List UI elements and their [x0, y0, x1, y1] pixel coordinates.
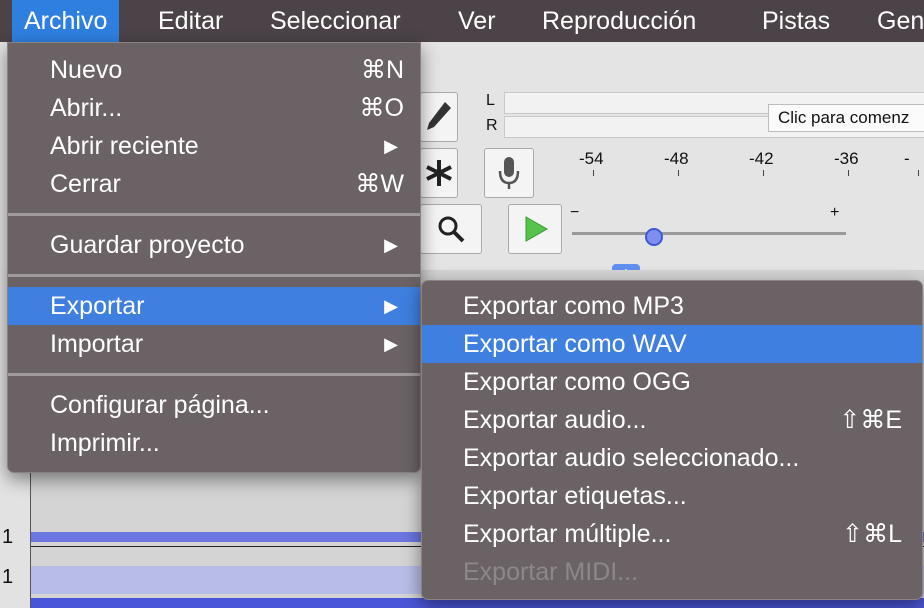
submenu-item-label: Exportar como MP3 [463, 292, 684, 320]
submenu-arrow-icon: ▶ [384, 136, 398, 156]
submenu-item-exportar-como-ogg[interactable]: Exportar como OGG [422, 363, 922, 401]
meter-tick-mark [678, 170, 679, 176]
export-submenu: Exportar como MP3 Exportar como WAV Export… [421, 280, 923, 600]
menu-separator [8, 213, 420, 216]
menu-item-label: Exportar [50, 292, 145, 320]
meter-tick-label: - [904, 149, 910, 168]
slider-max-label: + [830, 204, 840, 221]
submenu-item-exportar-audio-seleccionado[interactable]: Exportar audio seleccionado... [422, 439, 922, 477]
meter-tick-mark [763, 170, 764, 176]
meter-tick-mark [593, 170, 594, 176]
multi-tool-icon[interactable] [420, 148, 458, 198]
submenu-item-label: Exportar como OGG [463, 368, 691, 396]
pencil-icon[interactable] [420, 92, 458, 142]
meter-tick-mark [918, 170, 919, 176]
menu-item-cerrar[interactable]: Cerrar ⌘W [8, 165, 420, 203]
zoom-icon[interactable] [420, 204, 482, 254]
shortcut-label: ⌘O [359, 94, 404, 122]
submenu-item-label: Exportar como WAV [463, 330, 687, 358]
meter-tick-label: -54 [579, 149, 604, 168]
slider-min-label: − [570, 204, 580, 221]
submenu-item-label: Exportar múltiple... [463, 520, 672, 548]
microphone-icon[interactable] [484, 148, 534, 198]
meter-right-label: R [486, 117, 498, 134]
menu-item-imprimir[interactable]: Imprimir... [8, 424, 420, 462]
shortcut-label: ⇧⌘L [842, 520, 902, 548]
submenu-item-exportar-multiple[interactable]: Exportar múltiple... ⇧⌘L [422, 515, 922, 553]
shortcut-label: ⇧⌘E [839, 406, 902, 434]
ruler-label: 1 [2, 566, 14, 588]
meter-tick-mark [848, 170, 849, 176]
meter-tick-label: -42 [749, 149, 774, 168]
meter-left-label: L [486, 92, 495, 109]
menu-item-label: Imprimir... [50, 429, 160, 457]
menu-item-nuevo[interactable]: Nuevo ⌘N [8, 51, 420, 89]
menu-item-abrir-reciente[interactable]: Abrir reciente ▶ [8, 127, 420, 165]
submenu-item-label: Exportar audio seleccionado... [463, 444, 800, 472]
submenu-item-exportar-como-mp3[interactable]: Exportar como MP3 [422, 287, 922, 325]
menu-item-label: Cerrar [50, 170, 121, 198]
submenu-arrow-icon: ▶ [384, 296, 398, 316]
playback-speed-slider[interactable] [572, 232, 846, 235]
play-icon[interactable] [508, 204, 562, 254]
menu-item-exportar[interactable]: Exportar ▶ [8, 287, 420, 325]
menu-item-abrir[interactable]: Abrir... ⌘O [8, 89, 420, 127]
ruler-label: 1 [2, 526, 14, 548]
file-menu: Nuevo ⌘N Abrir... ⌘O Abrir reciente ▶ Cerrar ⌘W… [7, 42, 421, 473]
shortcut-label: ⌘N [360, 56, 404, 84]
menu-item-label: Configurar página... [50, 391, 270, 419]
submenu-arrow-icon: ▶ [384, 235, 398, 255]
menu-separator [8, 274, 420, 277]
menu-item-label: Nuevo [50, 56, 123, 84]
submenu-item-exportar-como-wav[interactable]: Exportar como WAV [422, 325, 922, 363]
menu-item-guardar-proyecto[interactable]: Guardar proyecto ▶ [8, 226, 420, 264]
slider-knob[interactable] [645, 228, 664, 246]
menu-seleccionar[interactable]: Seleccionar [258, 0, 413, 42]
menu-editar[interactable]: Editar [146, 0, 235, 42]
menu-item-label: Importar [50, 330, 144, 358]
menu-ver[interactable]: Ver [446, 0, 508, 42]
menu-archivo[interactable]: Archivo [12, 0, 120, 42]
meter-tick-label: -48 [664, 149, 689, 168]
submenu-item-exportar-audio[interactable]: Exportar audio... ⇧⌘E [422, 401, 922, 439]
menu-item-label: Abrir reciente [50, 132, 199, 160]
submenu-item-exportar-etiquetas[interactable]: Exportar etiquetas... [422, 477, 922, 515]
menu-bar: Archivo Editar Seleccionar Ver Reproducción P… [0, 0, 924, 42]
menu-item-importar[interactable]: Importar ▶ [8, 325, 420, 363]
submenu-arrow-icon: ▶ [384, 334, 398, 354]
menu-item-label: Abrir... [50, 94, 123, 122]
menu-item-label: Guardar proyecto [50, 231, 245, 259]
click-to-start-monitoring[interactable]: Clic para comenz [768, 104, 924, 132]
submenu-item-exportar-midi: Exportar MIDI... [422, 553, 922, 591]
menu-pistas[interactable]: Pistas [750, 0, 842, 42]
menu-item-configurar-pagina[interactable]: Configurar página... [8, 386, 420, 424]
submenu-item-label: Exportar audio... [463, 406, 647, 434]
shortcut-label: ⌘W [355, 170, 404, 198]
menu-gen[interactable]: Gen [865, 0, 924, 42]
submenu-item-label: Exportar MIDI... [463, 558, 639, 586]
menu-reproduccion[interactable]: Reproducción [530, 0, 708, 42]
submenu-item-label: Exportar etiquetas... [463, 482, 687, 510]
menu-separator [8, 373, 420, 376]
meter-tick-label: -36 [834, 149, 859, 168]
